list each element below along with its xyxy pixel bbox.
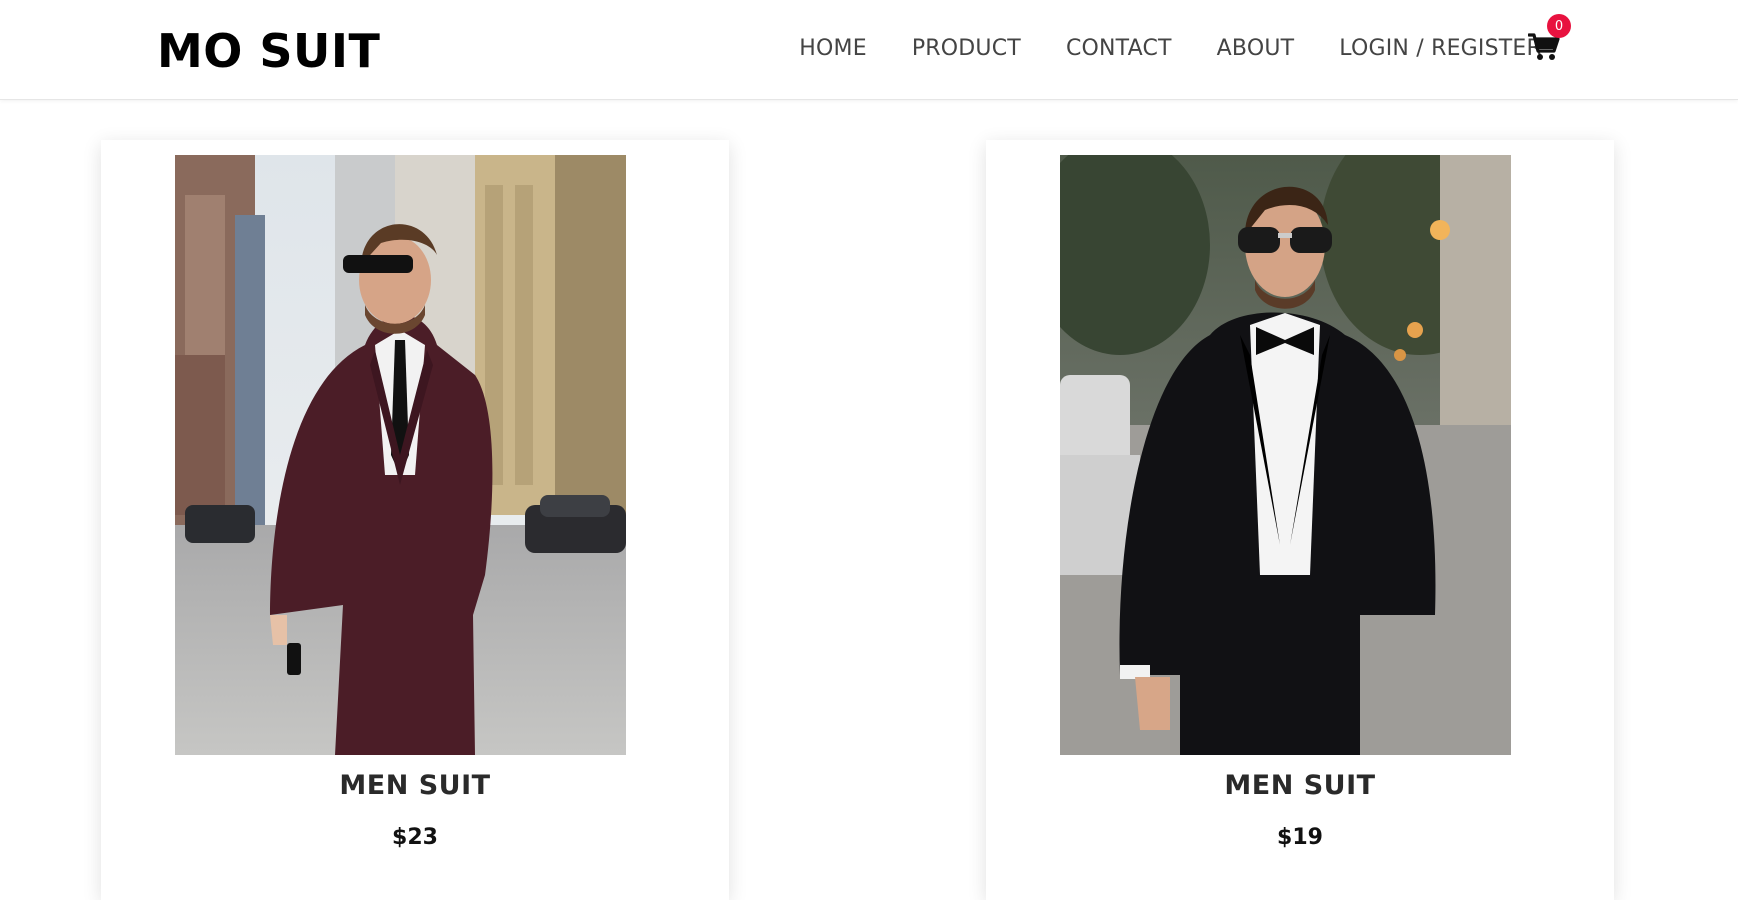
cart-button[interactable]: 0 xyxy=(1526,14,1571,66)
brand-logo[interactable]: MO SUIT xyxy=(157,22,380,80)
nav-login-register[interactable]: LOGIN / REGISTER xyxy=(1339,32,1542,66)
cart-count-badge: 0 xyxy=(1547,14,1571,38)
nav-home[interactable]: HOME xyxy=(799,32,867,66)
product-price: $19 xyxy=(1277,825,1323,850)
product-card[interactable]: MEN SUIT $23 xyxy=(101,140,729,900)
navbar: MO SUIT HOME PRODUCT CONTACT ABOUT LOGIN… xyxy=(0,0,1738,100)
nav-product[interactable]: PRODUCT xyxy=(912,32,1021,66)
nav-links: HOME PRODUCT CONTACT ABOUT LOGIN / REGIS… xyxy=(799,32,1542,66)
product-image[interactable] xyxy=(1060,155,1511,755)
nav-contact[interactable]: CONTACT xyxy=(1066,32,1172,66)
product-price: $23 xyxy=(392,825,438,850)
product-card[interactable]: MEN SUIT $19 xyxy=(986,140,1614,900)
product-title: MEN SUIT xyxy=(1224,770,1376,801)
product-image[interactable] xyxy=(175,155,626,755)
nav-about[interactable]: ABOUT xyxy=(1217,32,1295,66)
product-title: MEN SUIT xyxy=(339,770,491,801)
